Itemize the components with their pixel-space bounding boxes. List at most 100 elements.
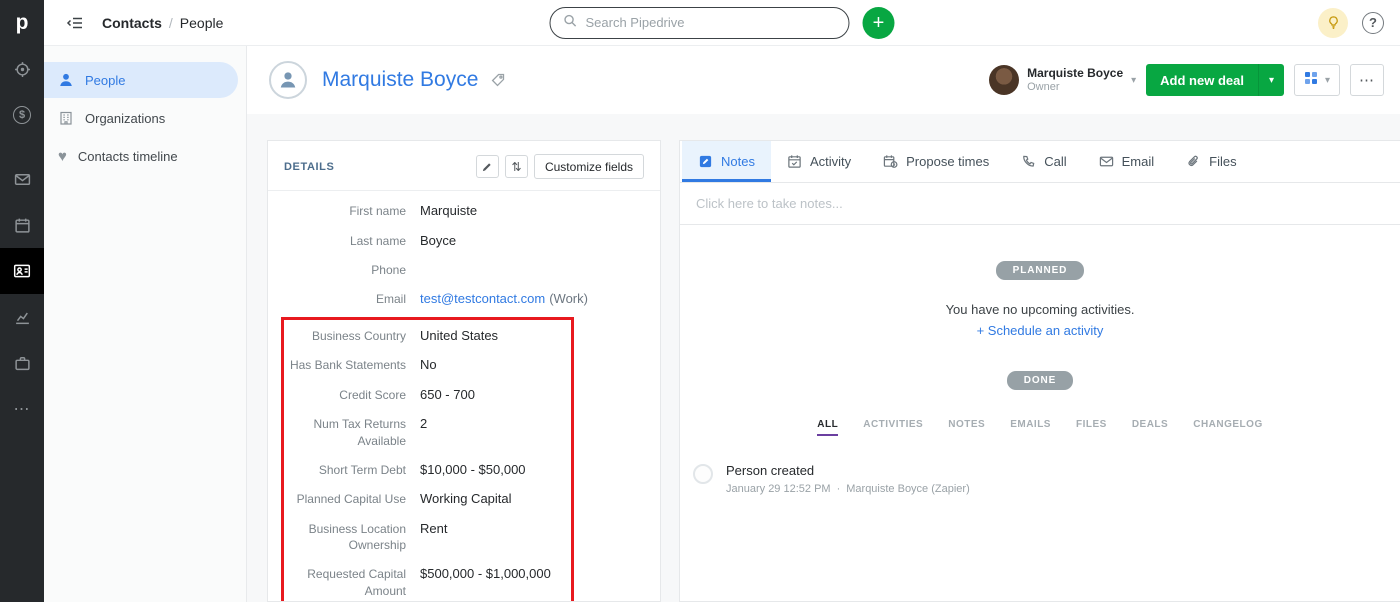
details-tools: ⇅ Customize fields — [475, 154, 644, 179]
sidebar-item-people[interactable]: People — [44, 62, 238, 98]
filter-all[interactable]: ALL — [817, 419, 839, 436]
sidebar-item-label: Organizations — [85, 110, 166, 126]
dollar-icon: $ — [13, 106, 31, 124]
field-label: Num Tax Returns Available — [313, 417, 406, 448]
search-icon — [563, 13, 578, 33]
more-actions-button[interactable]: ⋯ — [1350, 64, 1384, 96]
sidebar-item-label: People — [85, 72, 126, 88]
lightbulb-icon — [1328, 16, 1338, 29]
suggestions-button[interactable] — [1318, 7, 1348, 38]
calendar-icon — [14, 217, 31, 234]
field-value[interactable]: United States — [420, 327, 498, 345]
notes-input[interactable] — [696, 196, 1384, 211]
field-label: Email — [375, 292, 406, 307]
tab-label: Notes — [721, 154, 755, 169]
view-switcher-button[interactable]: ▾ — [1293, 64, 1340, 96]
nav-contacts-icon[interactable] — [0, 248, 44, 294]
search-input[interactable] — [585, 15, 837, 30]
tab-label: Email — [1121, 154, 1155, 169]
schedule-activity-link[interactable]: + Schedule an activity — [977, 323, 1104, 338]
filter-files[interactable]: FILES — [1076, 419, 1107, 436]
tab-label: Call — [1044, 154, 1067, 169]
nav-activities-icon[interactable] — [0, 202, 44, 248]
nav-insights-icon[interactable] — [0, 294, 44, 340]
chart-icon — [14, 309, 31, 326]
filter-emails[interactable]: EMAILS — [1010, 419, 1051, 436]
contacts-card-icon — [13, 262, 31, 280]
add-new-deal-button[interactable]: Add new deal — [1146, 64, 1258, 96]
content-row: People Organizations ♥ Contacts timeline — [44, 46, 1400, 602]
filter-notes[interactable]: NOTES — [948, 419, 985, 436]
field-value[interactable]: 650 - 700 — [420, 386, 475, 404]
email-link[interactable]: test@testcontact.com — [420, 291, 545, 306]
history-filter-row: ALL ACTIVITIES NOTES EMAILS FILES DEALS … — [817, 419, 1262, 436]
sidebar-item-organizations[interactable]: Organizations — [44, 100, 238, 136]
filter-activities[interactable]: ACTIVITIES — [863, 419, 923, 436]
breadcrumb-separator: / — [168, 14, 173, 31]
tag-icon[interactable] — [490, 72, 506, 88]
pencil-icon — [483, 162, 492, 171]
tab-label: Propose times — [906, 154, 990, 169]
customize-fields-button[interactable]: Customize fields — [533, 154, 644, 179]
breadcrumb: Contacts / People — [102, 15, 223, 31]
phone-icon — [1021, 154, 1036, 169]
pipedrive-logo: p — [15, 11, 29, 34]
owner-selector[interactable]: Marquiste Boyce Owner ▾ — [989, 65, 1136, 95]
contacts-subnav: People Organizations ♥ Contacts timeline — [44, 46, 247, 602]
sort-icon: ⇅ — [511, 159, 522, 174]
owner-role: Owner — [1027, 80, 1060, 93]
sidebar-item-label: Contacts timeline — [77, 148, 178, 164]
field-value[interactable]: Marquiste — [420, 202, 477, 220]
envelope-icon — [1099, 154, 1114, 169]
main-column: Contacts / People + — [44, 0, 1400, 602]
field-value[interactable]: Rent — [420, 520, 447, 553]
filter-deals[interactable]: DEALS — [1132, 419, 1168, 436]
tab-email[interactable]: Email — [1083, 141, 1171, 182]
filter-changelog[interactable]: CHANGELOG — [1193, 419, 1263, 436]
field-value: test@testcontact.com (Work) — [420, 290, 588, 308]
owner-avatar — [989, 65, 1020, 95]
tab-notes[interactable]: Notes — [682, 141, 771, 182]
reorder-fields-button[interactable]: ⇅ — [504, 155, 528, 178]
nav-more-icon[interactable]: ⋯ — [0, 386, 44, 432]
grid-view-icon — [1304, 71, 1318, 90]
tab-propose-times[interactable]: Propose times — [867, 141, 1005, 182]
add-deal-dropdown-button[interactable]: ▾ — [1257, 64, 1284, 96]
edit-details-button[interactable] — [475, 155, 499, 178]
nav-leads-icon[interactable] — [0, 46, 44, 92]
nav-products-icon[interactable] — [0, 340, 44, 386]
heart-icon: ♥ — [58, 147, 67, 165]
tab-activity[interactable]: Activity — [771, 141, 867, 182]
activity-tabs: Notes Activity Propose times Call Email … — [680, 141, 1400, 183]
help-button[interactable]: ? — [1362, 11, 1384, 34]
person-avatar-icon — [269, 61, 307, 99]
field-label: Has Bank Statements — [289, 358, 406, 373]
collapse-sidebar-icon[interactable] — [66, 15, 84, 31]
field-value[interactable]: $10,000 - $50,000 — [420, 461, 526, 479]
more-dots-icon: ⋯ — [13, 401, 31, 418]
field-label: Requested Capital Amount — [307, 567, 406, 598]
timeline-timestamp: January 29 12:52 PM — [726, 483, 831, 495]
field-value[interactable]: No — [420, 356, 437, 374]
field-value[interactable]: Boyce — [420, 232, 456, 250]
owner-info: Marquiste Boyce Owner — [1027, 66, 1123, 94]
field-label: Phone — [371, 263, 406, 278]
field-label: Last name — [349, 233, 406, 248]
person-header: Marquiste Boyce Marquiste Boyce Owner ▾ … — [247, 46, 1400, 114]
tab-call[interactable]: Call — [1005, 141, 1082, 182]
tab-files[interactable]: Files — [1170, 141, 1252, 182]
timeline-item: Person created January 29 12:52 PM · Mar… — [726, 463, 970, 495]
search-box[interactable] — [549, 6, 850, 39]
field-label: Business Location Ownership — [308, 521, 406, 553]
field-value[interactable]: 2 — [420, 415, 427, 448]
planned-badge: PLANNED — [995, 261, 1085, 280]
quick-add-button[interactable]: + — [862, 6, 895, 39]
breadcrumb-section[interactable]: Contacts — [102, 15, 162, 31]
nav-deals-icon[interactable]: $ — [0, 92, 44, 138]
field-value[interactable]: Working Capital — [420, 490, 512, 508]
field-row-planned-capital-use: Planned Capital Use Working Capital — [284, 484, 571, 514]
timeline-dot-icon — [693, 464, 713, 484]
nav-mail-icon[interactable] — [0, 156, 44, 202]
sidebar-item-contacts-timeline[interactable]: ♥ Contacts timeline — [44, 138, 238, 174]
field-value[interactable]: $500,000 - $1,000,000 — [420, 565, 551, 598]
